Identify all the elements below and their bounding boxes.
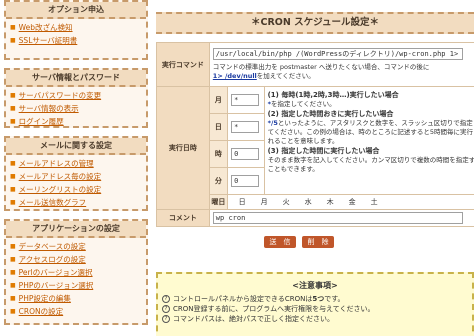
bullet-icon: ■ — [10, 186, 16, 193]
menu-item-php-version[interactable]: ■ PHPのバージョン選択 — [10, 279, 140, 292]
menu-section-apps: アプリケーションの設定 ■ データベースの設定 ■ アクセスログの設定 ■ Perlの… — [4, 219, 148, 325]
bullet-icon: ■ — [10, 282, 16, 289]
bullet-icon: ■ — [10, 160, 16, 167]
guide-3-text: そのまま数字を記入してください。カンマ区切りで複数の時間を指定することもできます… — [267, 156, 474, 173]
bullet-icon: ■ — [10, 118, 16, 125]
notice-list: ? コントロールパネルから設定できるCRONは 5つ です。 ? CRON登録する前… — [158, 294, 472, 324]
bullet-icon: ■ — [10, 37, 16, 44]
notice-bold: 5つ — [312, 295, 325, 303]
bullet-icon: ■ — [10, 173, 16, 180]
bullet-icon: ■ — [10, 256, 16, 263]
command-note-code: 1> /dev/null — [212, 72, 257, 80]
menu-section-title: サーバ情報とパスワード — [6, 70, 146, 87]
menu-item-mail-graph[interactable]: ■ メール送信数グラフ — [10, 196, 140, 209]
page: オプション申込 ■ Web改ざん検知 ■ SSLサーバ証明書 サーバ情報とパスワード… — [0, 0, 474, 336]
menu-item-password[interactable]: ■ サーバパスワードの変更 — [10, 89, 140, 102]
menu-item-access-log[interactable]: ■ アクセスログの設定 — [10, 253, 140, 266]
menu-section-mail: メールに関する設定 ■ メールアドレスの管理 ■ メールアドレス毎の設定 ■ メーリン… — [4, 136, 148, 211]
weekday-thu[interactable]: 木 — [319, 197, 341, 207]
bullet-icon: ■ — [10, 243, 16, 250]
weekday-sat[interactable]: 土 — [363, 197, 385, 207]
guide-2-title: (2) 指定した時間おきに実行したい場合 — [267, 110, 394, 118]
command-label: 実行コマンド — [156, 42, 210, 87]
hour-input[interactable]: 0 — [231, 148, 260, 160]
menu-item-perl-version[interactable]: ■ Perlのバージョン選択 — [10, 266, 140, 279]
weekday-tue[interactable]: 火 — [275, 197, 297, 207]
notice-item: ? CRON登録する前に、プログラムへ実行権限を与えてください。 — [162, 304, 472, 314]
command-cell: /usr/local/bin/php /(WordPressのディレクトリ)/w… — [208, 42, 474, 87]
month-input[interactable]: * — [231, 94, 260, 106]
command-note-text: コマンドの標準出力を postmaster へ送りたくない場合、コマンドの後に — [212, 63, 430, 71]
sidebar: オプション申込 ■ Web改ざん検知 ■ SSLサーバ証明書 サーバ情報とパスワード… — [4, 0, 148, 333]
submit-button[interactable]: 送 信 — [264, 236, 296, 248]
menu-section-title: オプション申込 — [6, 2, 146, 19]
menu-item-php-edit[interactable]: ■ PHP設定の編集 — [10, 292, 140, 305]
bullet-icon: ■ — [10, 308, 16, 315]
guide-1-text: を指定してください。 — [271, 100, 336, 108]
bullet-icon: ■ — [10, 199, 16, 206]
main-content: ＊CRON スケジュール設定＊ 実行コマンド /usr/local/bin/ph… — [156, 0, 474, 336]
menu-item-server-info[interactable]: ■ サーバ情報の表示 — [10, 102, 140, 115]
notice-item: ? コマンドパスは、絶対パスで正しく指定ください。 — [162, 314, 472, 324]
notice-text-post: です。 — [324, 295, 345, 303]
notice-box: <注意事項> ? コントロールパネルから設定できるCRONは 5つ です。 ? CR… — [156, 272, 474, 336]
guide-3-title: (3) 指定した時間に実行したい場合 — [267, 147, 380, 155]
guide-2-text: といったように、アスタリスクと数字を、スラッシュ区切りで指定してください。この例… — [267, 119, 474, 145]
schedule-guide: (1) 毎時(1時,2時,3時…)実行したい場合 *を指定してください。 (2)… — [263, 86, 474, 195]
notice-text: コマンドパスは、絶対パスで正しく指定ください。 — [173, 315, 334, 323]
menu-item-ssl[interactable]: ■ SSLサーバ証明書 — [10, 34, 140, 47]
weekday-wed[interactable]: 水 — [297, 197, 319, 207]
form-buttons: 送 信 削 除 — [264, 236, 334, 248]
question-icon: ? — [162, 295, 170, 303]
notice-text: コントロールパネルから設定できるCRONは — [173, 295, 313, 303]
day-label: 日 — [208, 113, 229, 141]
menu-item-database[interactable]: ■ データベースの設定 — [10, 240, 140, 253]
schedule-label: 実行日時 — [156, 86, 210, 210]
menu-section-options: オプション申込 ■ Web改ざん検知 ■ SSLサーバ証明書 — [4, 0, 148, 60]
comment-label: コメント — [156, 209, 210, 227]
weekday-list: 日 月 火 水 木 金 土 — [231, 197, 474, 207]
notice-item: ? コントロールパネルから設定できるCRONは 5つ です。 — [162, 294, 472, 304]
weekday-fri[interactable]: 金 — [341, 197, 363, 207]
command-input[interactable]: /usr/local/bin/php /(WordPressのディレクトリ)/w… — [212, 48, 463, 60]
bullet-icon: ■ — [10, 105, 16, 112]
bullet-icon: ■ — [10, 24, 16, 31]
bullet-icon: ■ — [10, 269, 16, 276]
menu-item-mail-address[interactable]: ■ メールアドレスの管理 — [10, 157, 140, 170]
menu-item-mail-each[interactable]: ■ メールアドレス毎の設定 — [10, 170, 140, 183]
bullet-icon: ■ — [10, 295, 16, 302]
minute-label: 分 — [208, 167, 229, 195]
page-title: ＊CRON スケジュール設定＊ — [156, 12, 474, 34]
month-label: 月 — [208, 86, 229, 114]
menu-item-cron[interactable]: ■ CRONの設定 — [10, 305, 140, 318]
weekday-label: 曜日 — [208, 194, 229, 210]
menu-section-title: アプリケーションの設定 — [6, 221, 146, 238]
notice-text: CRON登録する前に、プログラムへ実行権限を与えてください。 — [173, 305, 375, 313]
weekday-cell: 日 月 火 水 木 金 土 — [227, 194, 474, 210]
cron-form: 実行コマンド /usr/local/bin/php /(WordPressのディ… — [156, 42, 474, 227]
menu-item-web-tamper[interactable]: ■ Web改ざん検知 — [10, 21, 140, 34]
minute-input[interactable]: 0 — [231, 175, 260, 187]
comment-input[interactable]: wp cron — [212, 212, 463, 224]
menu-item-login-history[interactable]: ■ ログイン履歴 — [10, 115, 140, 128]
bullet-icon: ■ — [10, 92, 16, 99]
guide-2-code: */5 — [267, 119, 278, 127]
command-note-text-post: を加えてください。 — [256, 72, 315, 80]
weekday-sun[interactable]: 日 — [231, 197, 253, 207]
menu-section-server: サーバ情報とパスワード ■ サーバパスワードの変更 ■ サーバ情報の表示 ■ ログイン… — [4, 68, 148, 128]
hour-label: 時 — [208, 140, 229, 168]
menu-section-title: メールに関する設定 — [6, 138, 146, 155]
weekday-mon[interactable]: 月 — [253, 197, 275, 207]
menu-item-mailing-list[interactable]: ■ メーリングリストの設定 — [10, 183, 140, 196]
day-input[interactable]: * — [231, 121, 260, 133]
guide-1-title: (1) 毎時(1時,2時,3時…)実行したい場合 — [267, 91, 399, 99]
notice-title: <注意事項> — [292, 281, 338, 290]
delete-button[interactable]: 削 除 — [302, 236, 334, 248]
question-icon: ? — [162, 315, 170, 323]
command-note: コマンドの標準出力を postmaster へ送りたくない場合、コマンドの後に … — [213, 63, 474, 81]
question-icon: ? — [162, 305, 170, 313]
